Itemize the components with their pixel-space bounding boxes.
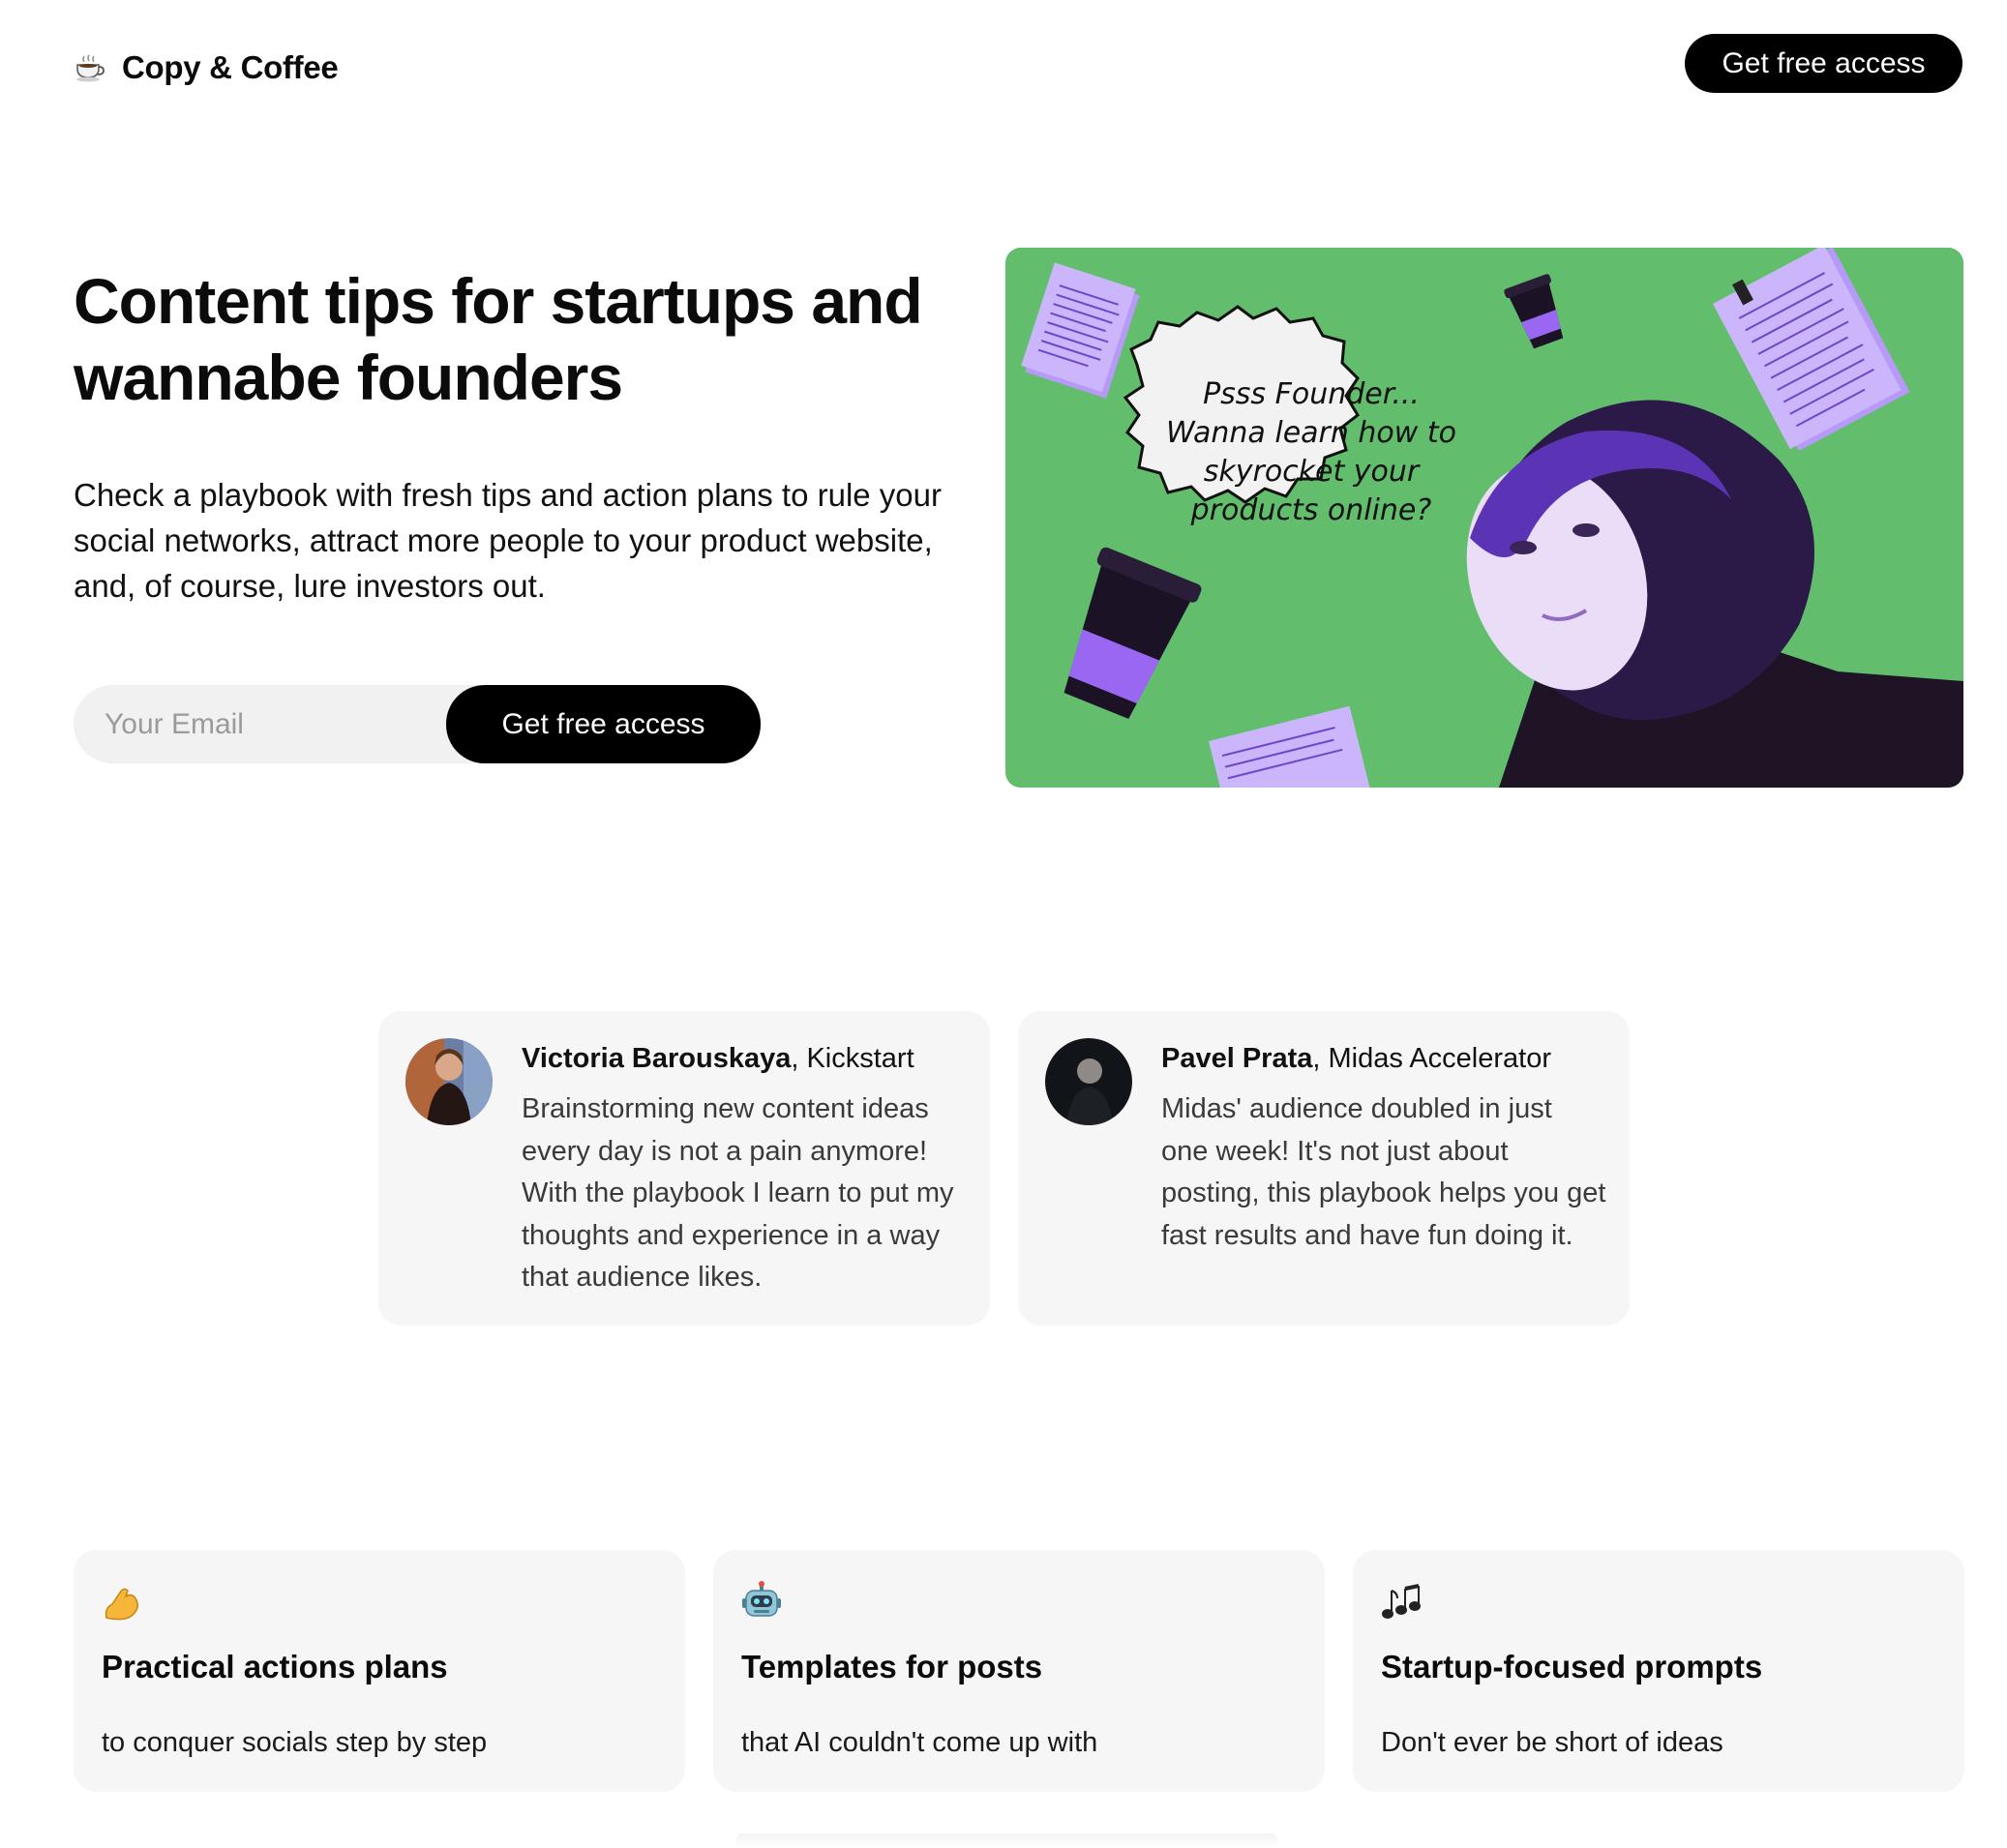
avatar — [405, 1038, 493, 1125]
robot-icon — [742, 1581, 781, 1617]
brand-name: Copy & Coffee — [122, 49, 339, 85]
author-company: , Midas Accelerator — [1312, 1043, 1551, 1074]
bubble-line: Psss Founder... — [1203, 377, 1420, 411]
testimonial-author: Victoria Barouskaya, Kickstart — [522, 1040, 967, 1077]
feature-title: Practical actions plans — [102, 1649, 448, 1684]
bubble-line: Wanna learn how to — [1166, 416, 1456, 450]
musical-notes-icon — [1382, 1584, 1421, 1619]
hero-description: Check a playbook with fresh tips and act… — [74, 477, 942, 604]
brand-logo[interactable]: Copy & Coffee — [74, 43, 339, 93]
feature-title: Startup-focused prompts — [1381, 1649, 1763, 1684]
testimonial-quote: Brainstorming new content ideas every da… — [522, 1093, 954, 1293]
feature-card: Practical actions plans to conquer socia… — [74, 1550, 685, 1792]
email-input[interactable] — [74, 685, 499, 763]
feature-subtitle: that AI couldn't come up with — [741, 1727, 1098, 1758]
avatar — [1045, 1038, 1132, 1125]
feature-card: Startup-focused prompts Don't ever be sh… — [1353, 1550, 1964, 1792]
author-company: , Kickstart — [791, 1043, 914, 1074]
feature-title: Templates for posts — [741, 1649, 1043, 1684]
feature-card: Templates for posts that AI couldn't com… — [713, 1550, 1325, 1792]
feature-subtitle: Don't ever be short of ideas — [1381, 1727, 1723, 1758]
bubble-line: products online? — [1190, 493, 1432, 527]
author-name: Victoria Barouskaya — [522, 1043, 792, 1074]
hero-illustration: Psss Founder... Wanna learn how to skyro… — [1005, 248, 1963, 788]
testimonial-card: Victoria Barouskaya, Kickstart Brainstor… — [378, 1011, 990, 1326]
hero-title: Content tips for startups and wannabe fo… — [74, 265, 923, 413]
feature-subtitle: to conquer socials step by step — [102, 1727, 488, 1758]
testimonial-quote: Midas' audience doubled in just one week… — [1161, 1093, 1606, 1251]
bubble-line: skyrocket your — [1203, 455, 1420, 489]
speech-bubble-text: Psss Founder... Wanna learn how to skyro… — [1118, 375, 1505, 530]
author-name: Pavel Prata — [1161, 1043, 1313, 1074]
hero-get-access-button[interactable]: Get free access — [446, 685, 761, 763]
section-divider-shadow — [735, 1833, 1277, 1848]
testimonial-author: Pavel Prata, Midas Accelerator — [1161, 1040, 1606, 1077]
coffee-cup-icon — [76, 54, 105, 82]
header-get-access-button[interactable]: Get free access — [1685, 34, 1962, 93]
flexed-biceps-icon — [105, 1588, 138, 1621]
testimonial-card: Pavel Prata, Midas Accelerator Midas' au… — [1018, 1011, 1630, 1326]
